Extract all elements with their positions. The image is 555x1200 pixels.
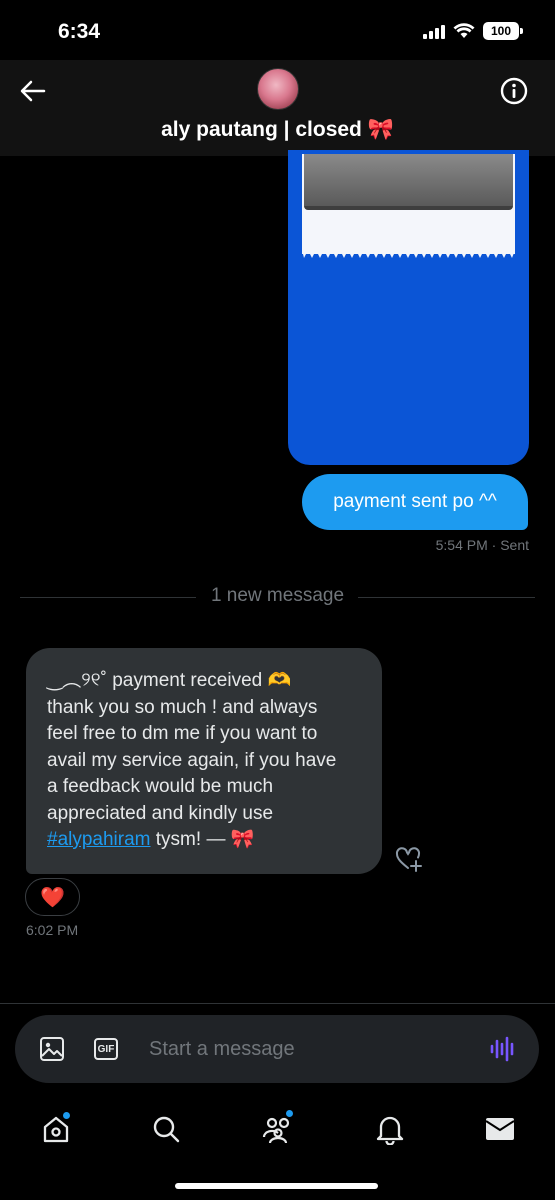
voice-waveform-icon [490,1036,514,1062]
message-input[interactable] [149,1033,469,1065]
voice-message-button[interactable] [489,1035,517,1063]
nav-home[interactable] [34,1107,78,1151]
heart-reaction[interactable]: ❤️ [25,878,80,916]
nav-communities[interactable] [256,1107,300,1151]
signal-icon [423,23,445,39]
new-message-divider: 1 new message [20,584,535,610]
sent-message-bubble[interactable]: payment sent po ^^ [302,474,528,530]
message-line: a feedback would be much [47,776,274,797]
message-line: thank you so much ! and always [47,696,318,718]
hashtag-link[interactable]: #alypahiram [47,829,151,850]
bottom-navigation [0,1095,555,1200]
message-line: appreciated and kindly use [47,802,274,824]
status-time: 6:34 [58,20,101,43]
nav-notifications[interactable] [368,1107,412,1151]
message-tail: tysm! — 🎀 [150,829,255,850]
battery-icon: 100 [483,22,523,40]
conversation-title[interactable]: aly pautang | closed 🎀 [0,118,555,142]
arrow-left-icon [20,80,46,102]
nav-search[interactable] [144,1107,188,1151]
wifi-icon [453,23,475,38]
messages-icon [485,1118,515,1140]
status-bar: 6:34 100 [0,0,555,60]
image-button[interactable] [39,1036,65,1062]
heart-plus-icon [395,847,422,872]
message-line: feel free to dm me if you want to [47,723,318,744]
back-button[interactable] [16,74,50,108]
communities-badge-dot [285,1109,294,1118]
conversation-header: aly pautang | closed 🎀 [0,60,555,156]
info-circle-icon [500,77,528,105]
info-button[interactable] [499,76,529,106]
divider-text: 1 new message [210,585,345,606]
nav-messages[interactable] [478,1107,522,1151]
gif-button[interactable]: GIF [94,1038,118,1060]
avatar[interactable] [257,68,299,110]
add-reaction-button[interactable] [394,844,424,874]
received-message-bubble[interactable]: ‿︵୨୧˚ payment received 🫶 thank you so mu… [26,648,382,874]
search-icon [153,1116,180,1143]
message-composer: GIF [15,1015,539,1083]
sent-message-meta: 5:54 PM · Sent [435,537,529,553]
composer-area: GIF [0,1003,555,1095]
image-message[interactable] [288,150,529,465]
image-icon [40,1037,64,1061]
message-line: avail my service again, if you have [47,749,337,771]
status-icons: 100 [423,22,523,40]
message-line-last: #alypahiram tysm! — 🎀 [47,827,362,854]
divider-line-right [358,597,535,598]
receipt-image [302,154,515,254]
received-message-time: 6:02 PM [26,922,79,938]
home-indicator [175,1183,378,1189]
home-badge-dot [62,1111,71,1120]
message-line: ‿︵୨୧˚ payment received 🫶 [47,670,292,691]
receipt-photo [304,154,513,210]
notifications-icon [376,1116,404,1145]
receipt-torn-edge [302,246,515,258]
